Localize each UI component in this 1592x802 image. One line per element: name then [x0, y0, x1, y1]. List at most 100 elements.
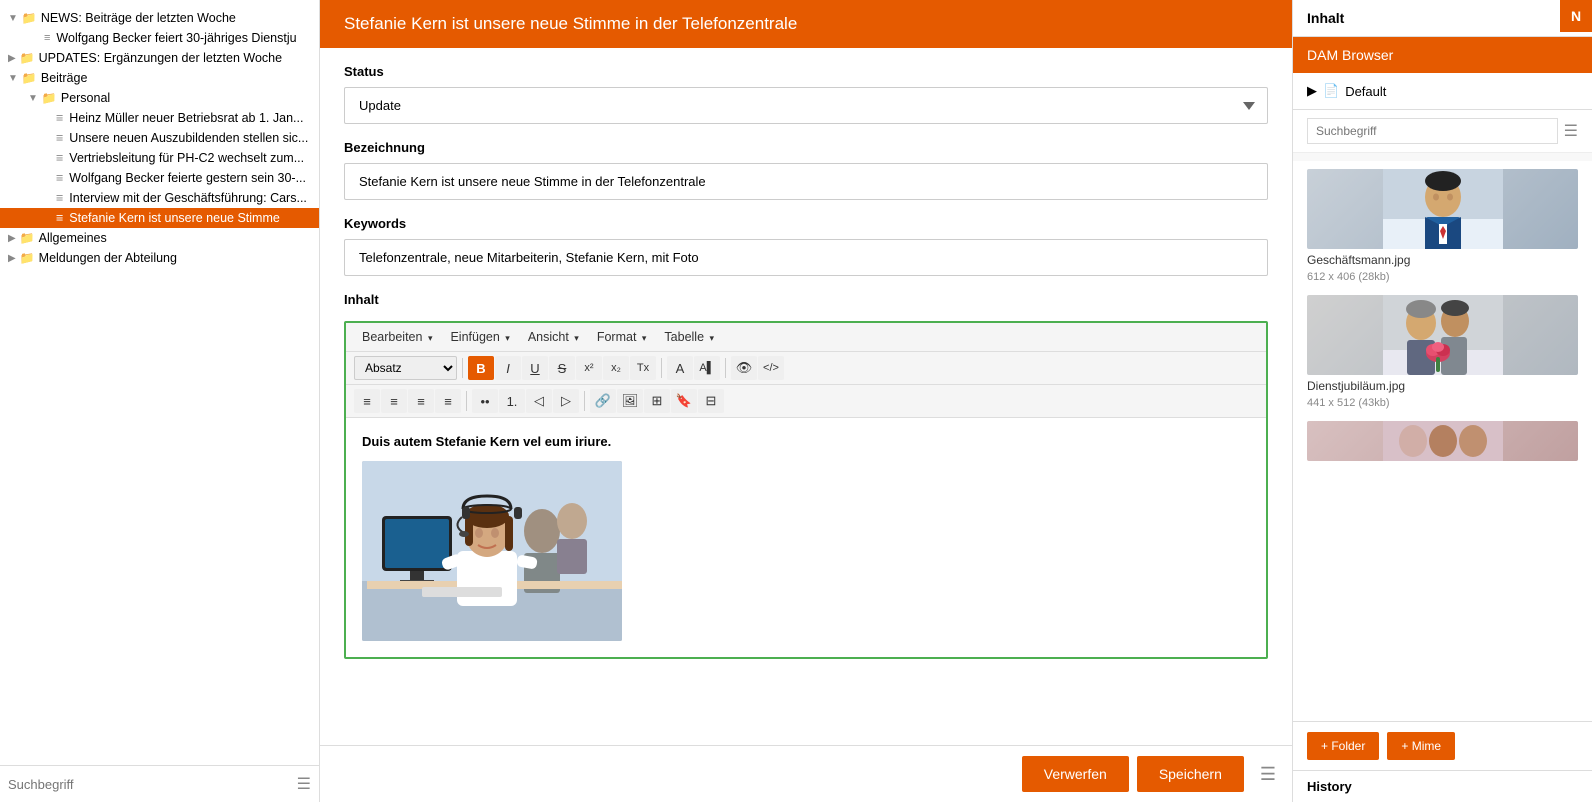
sidebar-item-doc5[interactable]: ≡ Interview mit der Geschäftsführung: Ca… [0, 188, 319, 208]
image-button[interactable]: 🖼 [617, 389, 643, 413]
align-right-button[interactable]: ≡ [408, 389, 434, 413]
sidebar-item-updates[interactable]: ▶ 📁 UPDATES: Ergänzungen der letzten Woc… [0, 48, 319, 68]
font-color-button[interactable]: A [667, 356, 693, 380]
strikethrough-button[interactable]: S [549, 356, 575, 380]
sidebar-item-label: Unsere neuen Auszubildenden stellen sic.… [69, 131, 308, 145]
dam-scroll-spacer [1293, 153, 1592, 161]
format-select[interactable]: Absatz Überschrift 1 Überschrift 2 [354, 356, 457, 380]
italic-button[interactable]: I [495, 356, 521, 380]
sidebar-item-meldungen[interactable]: ▶ 📁 Meldungen der Abteilung [0, 248, 319, 268]
subscript-button[interactable]: x₂ [603, 356, 629, 380]
editor-toolbar-row2: ≡ ≡ ≡ ≡ •• 1. ◁ ▷ 🔗 🖼 ⊞ 🔖 [346, 385, 1266, 418]
sidebar-item-label: Meldungen der Abteilung [39, 251, 177, 265]
link-button[interactable]: 🔗 [590, 389, 616, 413]
editor-body-text: Duis autem Stefanie Kern vel eum iriure. [362, 434, 611, 449]
preview-button[interactable]: 👁 [731, 356, 757, 380]
folder-button[interactable]: + Folder [1307, 732, 1379, 760]
special-char-button[interactable]: ⊟ [698, 389, 724, 413]
table-insert-button[interactable]: ⊞ [644, 389, 670, 413]
source-button[interactable]: </> [758, 356, 784, 380]
align-center-button[interactable]: ≡ [381, 389, 407, 413]
asset-thumb-geschaeftsmann[interactable] [1307, 169, 1578, 249]
arrow-icon: ▶ [8, 233, 16, 244]
folder-icon: 📁 [22, 71, 37, 85]
sidebar-item-news-doc1[interactable]: ≡ Wolfgang Becker feiert 30-jähriges Die… [0, 28, 319, 48]
speichern-button[interactable]: Speichern [1137, 756, 1244, 792]
bezeichnung-input[interactable] [344, 163, 1268, 200]
editor-inline-image [362, 461, 622, 641]
article-header: Stefanie Kern ist unsere neue Stimme in … [320, 0, 1292, 48]
editor-toolbar-row1: Absatz Überschrift 1 Überschrift 2 B I U… [346, 352, 1266, 385]
toolbar-separator4 [466, 391, 467, 411]
unordered-list-button[interactable]: •• [472, 389, 498, 413]
bold-button[interactable]: B [468, 356, 494, 380]
menu-einfuegen[interactable]: Einfügen ▾ [442, 327, 517, 347]
main-content: Stefanie Kern ist unsere neue Stimme in … [320, 0, 1292, 802]
outdent-button[interactable]: ◁ [526, 389, 552, 413]
folder-icon: 📁 [20, 251, 35, 265]
indent-button[interactable]: ▷ [553, 389, 579, 413]
ordered-list-button[interactable]: 1. [499, 389, 525, 413]
dam-search-menu-icon[interactable]: ☰ [1564, 121, 1578, 141]
sidebar-item-personal[interactable]: ▼ 📁 Personal [0, 88, 319, 108]
sidebar-item-doc1[interactable]: ≡ Heinz Müller neuer Betriebsrat ab 1. J… [0, 108, 319, 128]
menu-bearbeiten[interactable]: Bearbeiten ▾ [354, 327, 440, 347]
dam-assets-list: Geschäftsmann.jpg 612 x 406 (28kb) [1293, 161, 1592, 721]
inhalt-label: Inhalt [344, 292, 1268, 307]
sidebar-item-label: Vertriebsleitung für PH-C2 wechselt zum.… [69, 151, 304, 165]
underline-button[interactable]: U [522, 356, 548, 380]
article-title: Stefanie Kern ist unsere neue Stimme in … [344, 14, 797, 33]
color-group: A A▌ [667, 356, 720, 380]
sidebar-menu-icon[interactable]: ☰ [297, 774, 311, 794]
bezeichnung-section: Bezeichnung [320, 140, 1292, 216]
folder-icon: 📁 [20, 231, 35, 245]
dam-asset-2: Dienstjubiläum.jpg 441 x 512 (43kb) [1307, 295, 1578, 409]
inhalt-section-label: Inhalt [320, 292, 1292, 321]
article-form: Stefanie Kern ist unsere neue Stimme in … [320, 0, 1292, 745]
align-left-button[interactable]: ≡ [354, 389, 380, 413]
verwerfen-button[interactable]: Verwerfen [1022, 756, 1129, 792]
panel-title: Inhalt [1293, 0, 1592, 37]
bookmark-button[interactable]: 🔖 [671, 389, 697, 413]
status-select[interactable]: Update Entwurf Veröffentlicht [344, 87, 1268, 124]
status-section: Status Update Entwurf Veröffentlicht [320, 48, 1292, 140]
arrow-icon: ▼ [8, 13, 18, 24]
editor-body[interactable]: Duis autem Stefanie Kern vel eum iriure. [346, 418, 1266, 657]
bottom-menu-icon[interactable]: ☰ [1260, 764, 1276, 785]
sidebar-item-label: Wolfgang Becker feierte gestern sein 30-… [69, 171, 306, 185]
sidebar-item-doc6-active[interactable]: ≡ Stefanie Kern ist unsere neue Stimme [0, 208, 319, 228]
toolbar-separator5 [584, 391, 585, 411]
menu-format[interactable]: Format ▾ [589, 327, 655, 347]
mime-button[interactable]: + Mime [1387, 732, 1455, 760]
asset-thumb-3[interactable] [1307, 421, 1578, 461]
sidebar-item-doc2[interactable]: ≡ Unsere neuen Auszubildenden stellen si… [0, 128, 319, 148]
folder-icon: 📁 [20, 51, 35, 65]
asset-name-2: Dienstjubiläum.jpg [1307, 379, 1578, 393]
list-group: •• 1. ◁ ▷ [472, 389, 579, 413]
dam-tree-item-default[interactable]: ▶ 📄 Default [1307, 83, 1578, 99]
arrow-icon: ▼ [8, 73, 18, 84]
view-group: 👁 </> [731, 356, 784, 380]
clear-format-button[interactable]: Tx [630, 356, 656, 380]
bg-color-button[interactable]: A▌ [694, 356, 720, 380]
sidebar-item-label: Beiträge [41, 71, 88, 85]
toolbar-separator [462, 358, 463, 378]
doc-icon: ≡ [44, 32, 50, 44]
sidebar-item-beitraege[interactable]: ▼ 📁 Beiträge [0, 68, 319, 88]
asset-thumb-dienstjubilaeum[interactable] [1307, 295, 1578, 375]
arrow-icon: ▶ [8, 253, 16, 264]
sidebar-item-doc3[interactable]: ≡ Vertriebsleitung für PH-C2 wechselt zu… [0, 148, 319, 168]
align-justify-button[interactable]: ≡ [435, 389, 461, 413]
menu-tabelle[interactable]: Tabelle ▾ [656, 327, 722, 347]
sidebar-item-news[interactable]: ▼ 📁 NEWS: Beiträge der letzten Woche [0, 8, 319, 28]
sidebar-item-allgemeines[interactable]: ▶ 📁 Allgemeines [0, 228, 319, 248]
menu-ansicht[interactable]: Ansicht ▾ [520, 327, 587, 347]
keywords-section: Keywords [320, 216, 1292, 292]
folder-icon: 📁 [22, 11, 37, 25]
superscript-button[interactable]: x² [576, 356, 602, 380]
sidebar-search-input[interactable] [8, 777, 291, 792]
sidebar-item-doc4[interactable]: ≡ Wolfgang Becker feierte gestern sein 3… [0, 168, 319, 188]
keywords-input[interactable] [344, 239, 1268, 276]
dam-search-input[interactable] [1307, 118, 1558, 144]
dam-browser-header: DAM Browser [1293, 37, 1592, 73]
